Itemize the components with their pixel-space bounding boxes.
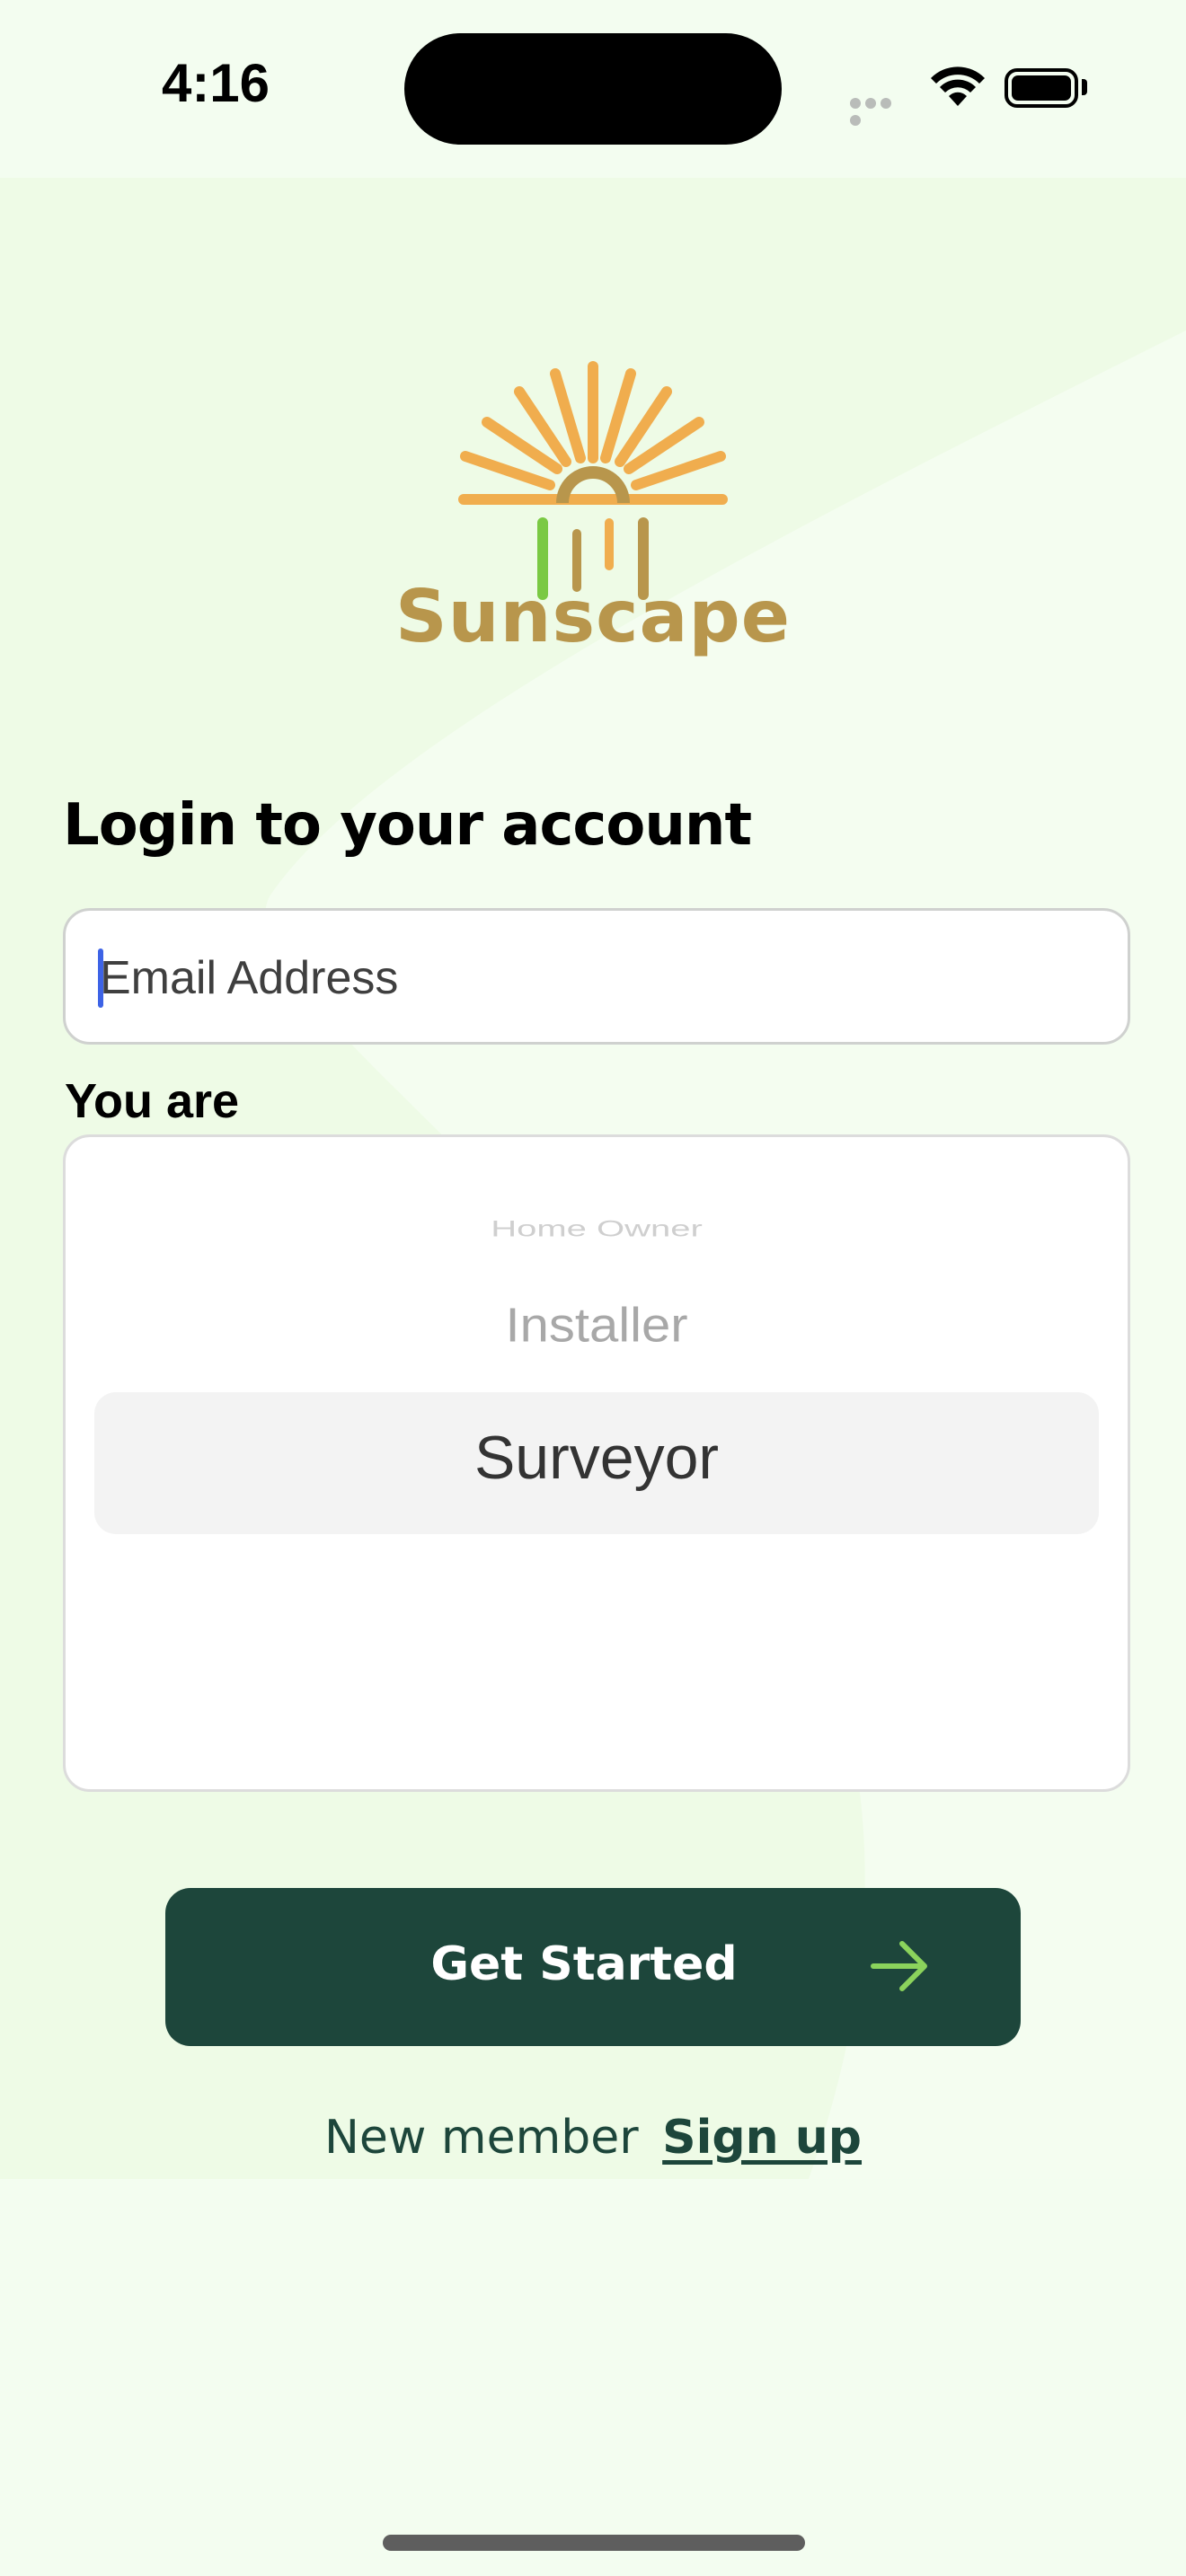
get-started-button[interactable]: Get Started bbox=[165, 1888, 1021, 2046]
role-picker[interactable]: Home Owner Installer Surveyor bbox=[63, 1134, 1130, 1792]
brand-wordmark: Sunscape bbox=[394, 575, 792, 658]
signal-icon bbox=[850, 95, 909, 126]
email-field[interactable]: Email Address bbox=[63, 908, 1130, 1045]
arrow-right-icon bbox=[871, 1941, 927, 1991]
role-picker-label: You are bbox=[65, 1074, 240, 1128]
status-bar: 4:16 bbox=[0, 0, 1186, 178]
dynamic-island bbox=[404, 33, 782, 145]
status-time: 4:16 bbox=[161, 53, 270, 113]
home-indicator[interactable] bbox=[383, 2535, 805, 2551]
page-title: Login to your account bbox=[63, 792, 752, 859]
signup-row: New member Sign up bbox=[0, 2111, 1186, 2165]
wifi-icon bbox=[931, 66, 985, 106]
picker-option-home-owner[interactable]: Home Owner bbox=[66, 1217, 1128, 1242]
picker-option-surveyor[interactable]: Surveyor bbox=[66, 1423, 1128, 1493]
email-placeholder: Email Address bbox=[100, 952, 399, 1004]
battery-cap bbox=[1082, 79, 1087, 95]
battery-icon bbox=[1005, 68, 1078, 108]
signup-link[interactable]: Sign up bbox=[662, 2111, 862, 2165]
signup-prompt: New member bbox=[323, 2111, 639, 2165]
picker-option-installer[interactable]: Installer bbox=[66, 1298, 1128, 1354]
